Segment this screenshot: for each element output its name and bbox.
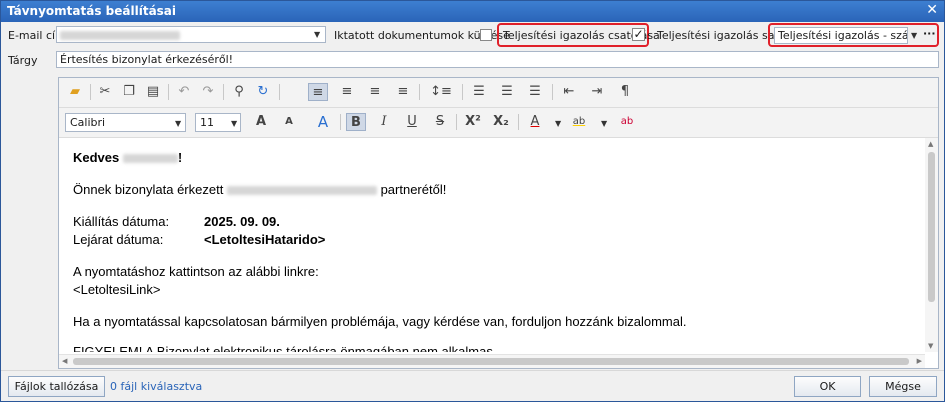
ok-button[interactable]: OK [794, 376, 861, 397]
font-name-select[interactable]: Calibri [65, 113, 186, 132]
clear-format-button[interactable]: ab [617, 113, 637, 131]
strikethrough-button[interactable]: S [430, 113, 450, 131]
highlight-button[interactable]: ab [569, 113, 589, 131]
intro-suffix: partnerétől! [380, 182, 447, 197]
browse-files-button[interactable]: Fájlok tallózása [8, 376, 105, 397]
font-size-arrow-icon[interactable]: ▼ [231, 119, 237, 128]
toolbar-separator [456, 114, 457, 130]
multilevel-list-icon[interactable]: ☰ [525, 83, 545, 101]
numbered-list-icon[interactable]: ☰ [497, 83, 517, 101]
vertical-scroll-thumb[interactable] [928, 152, 935, 302]
increase-indent-icon[interactable]: ⇥ [587, 83, 607, 101]
toolbar-separator [168, 84, 169, 100]
redacted-name [122, 154, 178, 164]
justify-icon[interactable]: ≡ [393, 83, 413, 101]
italic-button[interactable]: I [374, 113, 394, 131]
link-intro: A nyomtatáshoz kattintson az alábbi link… [73, 264, 319, 279]
scroll-down-icon[interactable]: ▼ [928, 342, 933, 350]
teljesitesi-csatolas-checkbox[interactable]: ✓ [632, 28, 645, 41]
message-editor: ▰ ✂ ❐ ▤ ↶ ↷ ⚲ ↻ ≡ ≡ ≡ ≡ ↕≡ ☰ ☰ ☰ ⇤ ⇥ ¶ C… [58, 77, 939, 369]
undo-icon[interactable]: ↶ [174, 83, 194, 101]
redacted-partner [226, 186, 377, 196]
scroll-right-icon[interactable]: ▶ [917, 357, 922, 365]
sablon-dropdown-arrow-icon[interactable]: ▼ [911, 31, 917, 40]
files-selected-label: 0 fájl kiválasztva [110, 380, 203, 393]
font-color-arrow-icon[interactable]: ▼ [555, 119, 561, 128]
toolbar-separator [340, 114, 341, 130]
toolbar-separator [462, 84, 463, 100]
intro-prefix: Önnek bizonylata érkezett [73, 182, 224, 197]
email-field[interactable] [56, 26, 326, 43]
greeting-suffix: ! [177, 150, 183, 165]
align-center-icon[interactable]: ≡ [337, 83, 357, 101]
copy-icon[interactable]: ❐ [119, 83, 139, 101]
paste-icon[interactable]: ▤ [143, 83, 163, 101]
shrink-font-button[interactable]: A [279, 113, 299, 131]
toolbar-separator [552, 84, 553, 100]
redacted-email [60, 30, 180, 40]
horizontal-scrollbar[interactable]: ◀ ▶ [59, 354, 925, 368]
warning-text: FIGYELEM! A Bizonylat elektronikus tárol… [73, 344, 497, 352]
iktatott-checkbox[interactable] [480, 29, 492, 41]
lejarat-label: Lejárat dátuma: [73, 232, 164, 247]
align-left-icon[interactable]: ≡ [308, 83, 328, 101]
editor-toolbar-2: Calibri ▼ 11 ▼ A A A B I U S X² X₂ A ▼ a… [59, 108, 938, 138]
bold-button[interactable]: B [346, 113, 366, 131]
scroll-up-icon[interactable]: ▲ [928, 140, 933, 148]
underline-button[interactable]: U [402, 113, 422, 131]
open-folder-icon[interactable]: ▰ [65, 83, 85, 101]
vertical-scrollbar[interactable]: ▲ ▼ [925, 138, 938, 352]
greeting-prefix: Kedves [73, 150, 120, 165]
subscript-button[interactable]: X₂ [491, 113, 511, 131]
change-case-button[interactable]: A [313, 113, 333, 131]
highlight-arrow-icon[interactable]: ▼ [601, 119, 607, 128]
bullet-list-icon[interactable]: ☰ [469, 83, 489, 101]
scroll-left-icon[interactable]: ◀ [62, 357, 67, 365]
cut-icon[interactable]: ✂ [95, 83, 115, 101]
kiallitas-value: 2025. 09. 09. [204, 214, 280, 229]
toolbar-separator [419, 84, 420, 100]
intro-line: Önnek bizonylata érkezett partnerétől! [73, 182, 446, 197]
cancel-button[interactable]: Mégse [869, 376, 937, 397]
editor-content[interactable]: Kedves ! Önnek bizonylata érkezett partn… [59, 138, 925, 352]
superscript-button[interactable]: X² [463, 113, 483, 131]
redo-icon[interactable]: ↷ [198, 83, 218, 101]
line-spacing-icon[interactable]: ↕≡ [427, 83, 455, 101]
toolbar-separator [90, 84, 91, 100]
close-icon[interactable]: ✕ [926, 2, 938, 18]
toolbar-separator [223, 84, 224, 100]
lejarat-value: <LetoltesiHatarido> [204, 232, 326, 247]
bottom-bar: Fájlok tallózása 0 fájl kiválasztva OK M… [1, 370, 944, 401]
toolbar-separator [279, 84, 280, 100]
title-bar: Távnyomtatás beállításai ✕ [1, 1, 944, 22]
editor-toolbar-1: ▰ ✂ ❐ ▤ ↶ ↷ ⚲ ↻ ≡ ≡ ≡ ≡ ↕≡ ☰ ☰ ☰ ⇤ ⇥ ¶ [59, 78, 938, 108]
horizontal-scroll-thumb[interactable] [73, 358, 909, 365]
targy-input[interactable]: Értesítés bizonylat érkezéséről! [56, 51, 939, 68]
link-value: <LetoltesiLink> [73, 282, 161, 297]
help-text: Ha a nyomtatással kapcsolatosan bármilye… [73, 314, 687, 329]
sablon-more-button[interactable]: ··· [923, 27, 936, 40]
dialog-window: Távnyomtatás beállításai ✕ E-mail cím ▼ … [0, 0, 945, 402]
align-right-icon[interactable]: ≡ [365, 83, 385, 101]
font-name-arrow-icon[interactable]: ▼ [175, 119, 181, 128]
font-color-button[interactable]: A [525, 113, 545, 131]
find-icon[interactable]: ⚲ [229, 83, 249, 101]
decrease-indent-icon[interactable]: ⇤ [559, 83, 579, 101]
targy-label: Tárgy [8, 54, 38, 67]
paragraph-icon[interactable]: ¶ [615, 83, 635, 101]
replace-icon[interactable]: ↻ [253, 83, 273, 101]
window-title: Távnyomtatás beállításai [7, 4, 177, 18]
email-dropdown-arrow-icon[interactable]: ▼ [314, 30, 320, 39]
grow-font-button[interactable]: A [251, 113, 271, 131]
greeting-line: Kedves ! [73, 150, 182, 165]
toolbar-separator [518, 114, 519, 130]
kiallitas-label: Kiállítás dátuma: [73, 214, 170, 229]
sablon-select[interactable]: Teljesítési igazolás - számla [774, 27, 908, 44]
